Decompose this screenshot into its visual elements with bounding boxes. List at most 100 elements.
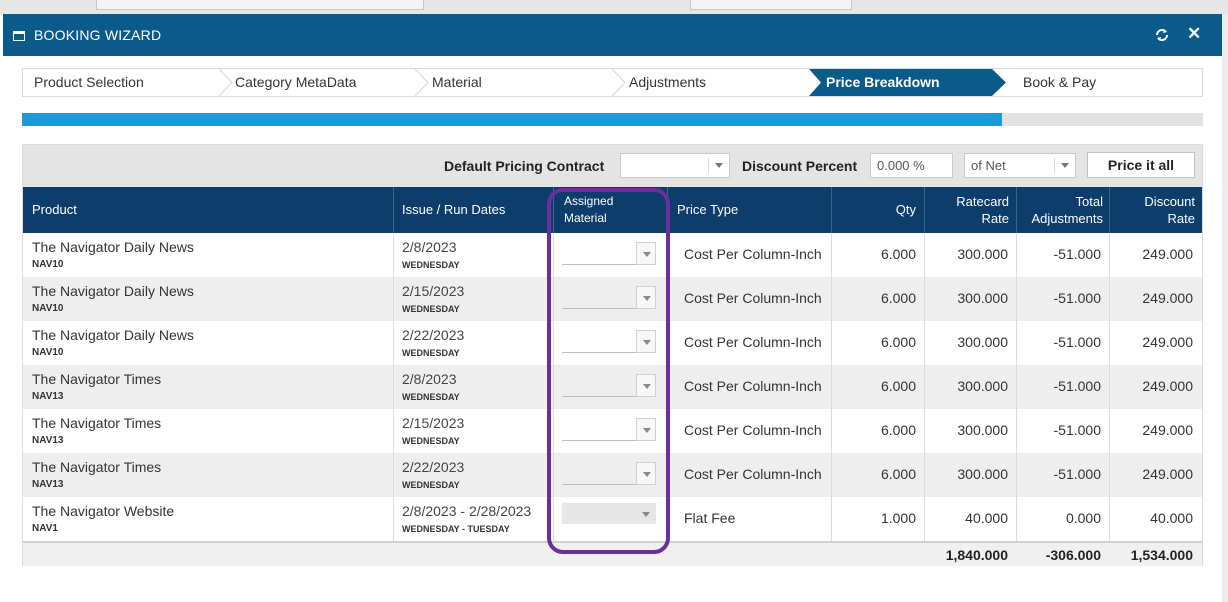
- adjust-value: -51.000: [1053, 246, 1101, 262]
- assigned-material-select[interactable]: [562, 503, 656, 524]
- chevron-down-icon: [643, 340, 651, 345]
- assigned-material-select[interactable]: [562, 242, 656, 265]
- total-adjustments-cell: -306.000: [1017, 543, 1110, 568]
- table-row[interactable]: The Navigator Times NAV13 2/15/2023 WEDNESD…: [23, 409, 1202, 453]
- mat-cell[interactable]: [554, 453, 668, 497]
- table-row[interactable]: The Navigator Daily News NAV10 2/15/2023 WE…: [23, 277, 1202, 321]
- close-icon[interactable]: ✕: [1187, 24, 1201, 44]
- column-header-product[interactable]: Product: [23, 187, 394, 233]
- dropdown-button[interactable]: [636, 374, 656, 397]
- discount-basis-select[interactable]: of Net: [964, 153, 1076, 178]
- issue-day: WEDNESDAY: [402, 260, 460, 270]
- step-product-selection[interactable]: Product Selection: [23, 69, 219, 96]
- chevron-down-icon: [715, 163, 723, 168]
- discount-value: 40.000: [1150, 510, 1193, 526]
- assigned-material-select[interactable]: [562, 330, 656, 353]
- dropdown-button[interactable]: [636, 242, 656, 265]
- mat-cell[interactable]: [554, 497, 668, 541]
- step-adjustments[interactable]: Adjustments: [629, 69, 809, 96]
- dropdown-button[interactable]: [636, 286, 656, 309]
- mat-cell[interactable]: [554, 321, 668, 365]
- dropdown-button[interactable]: [636, 503, 656, 526]
- table-row[interactable]: The Navigator Times NAV13 2/8/2023 WEDNESDA…: [23, 365, 1202, 409]
- product-code: NAV13: [32, 391, 64, 402]
- adjust-value: -51.000: [1053, 466, 1101, 482]
- discount-percent-input[interactable]: 0.000 %: [870, 153, 953, 178]
- price-it-all-button[interactable]: Price it all: [1087, 152, 1195, 178]
- column-header-price-type[interactable]: Price Type: [668, 187, 832, 233]
- date-cell: 2/8/2023 WEDNESDAY: [394, 233, 554, 277]
- step-book-and-pay[interactable]: Book & Pay: [1023, 69, 1193, 96]
- table-row[interactable]: The Navigator Daily News NAV10 2/22/2023 WE…: [23, 321, 1202, 365]
- discount-value: 249.000: [1142, 422, 1193, 438]
- mat-cell[interactable]: [554, 409, 668, 453]
- header-label: Product: [32, 202, 77, 217]
- modal-title-bar: BOOKING WIZARD ✕: [3, 14, 1222, 56]
- table-row[interactable]: The Navigator Website NAV1 2/8/2023 - 2/28…: [23, 497, 1202, 541]
- total-adjustments: -306.000: [1045, 547, 1101, 563]
- adjust-value: 0.000: [1065, 510, 1101, 526]
- issue-day: WEDNESDAY: [402, 348, 460, 358]
- ptype-cell: Cost Per Column-Inch: [668, 321, 832, 365]
- column-header-discount-rate[interactable]: Discount Rate: [1110, 187, 1202, 233]
- column-header-dates[interactable]: Issue / Run Dates: [394, 187, 554, 233]
- dropdown-button[interactable]: [636, 418, 656, 441]
- product-code: NAV10: [32, 303, 64, 314]
- step-label: Category MetaData: [235, 74, 357, 90]
- column-header-qty[interactable]: Qty: [832, 187, 925, 233]
- prod-cell: The Navigator Daily News NAV10: [23, 233, 394, 277]
- mat-cell[interactable]: [554, 233, 668, 277]
- table-header: Product Issue / Run Dates Assigned Mater…: [23, 187, 1202, 233]
- qty-cell: 6.000: [832, 365, 925, 409]
- mat-cell[interactable]: [554, 277, 668, 321]
- step-category-metadata[interactable]: Category MetaData: [235, 69, 415, 96]
- pricing-contract-select[interactable]: [620, 153, 730, 178]
- header-label: Adjustments: [1031, 211, 1103, 226]
- refresh-icon[interactable]: [1153, 26, 1171, 44]
- adjust-value: -51.000: [1053, 290, 1101, 306]
- table-row[interactable]: The Navigator Times NAV13 2/22/2023 WEDNESD…: [23, 453, 1202, 497]
- price-type: Cost Per Column-Inch: [684, 422, 822, 438]
- assigned-material-select[interactable]: [562, 418, 656, 441]
- step-material[interactable]: Material: [432, 69, 612, 96]
- qty-value: 6.000: [880, 378, 916, 394]
- table-row[interactable]: The Navigator Daily News NAV10 2/8/2023 WED…: [23, 233, 1202, 277]
- total-discount: 1,534.000: [1130, 547, 1193, 563]
- wizard-progress-bar: [22, 113, 1203, 126]
- issue-day: WEDNESDAY - TUESDAY: [402, 524, 510, 534]
- product-name: The Navigator Website: [32, 503, 175, 519]
- ratecard-cell: 300.000: [925, 321, 1017, 365]
- ptype-cell: Cost Per Column-Inch: [668, 409, 832, 453]
- price-type: Cost Per Column-Inch: [684, 290, 822, 306]
- progress-fill: [22, 113, 1003, 126]
- dropdown-button[interactable]: [636, 462, 656, 485]
- ptype-cell: Flat Fee: [668, 497, 832, 541]
- issue-date: 2/8/2023: [402, 239, 457, 255]
- modal-title: BOOKING WIZARD: [34, 27, 162, 43]
- ratecard-value: 300.000: [957, 422, 1008, 438]
- issue-date: 2/22/2023: [402, 459, 465, 475]
- column-header-assigned-material[interactable]: Assigned Material: [554, 187, 668, 233]
- ptype-cell: Cost Per Column-Inch: [668, 453, 832, 497]
- qty-cell: 6.000: [832, 277, 925, 321]
- ratecard-value: 300.000: [957, 378, 1008, 394]
- discount-cell: 40.000: [1110, 497, 1202, 541]
- header-label: Qty: [895, 202, 916, 217]
- chevron-down-icon: [643, 296, 651, 301]
- qty-value: 6.000: [880, 422, 916, 438]
- chevron-down-icon: [643, 252, 651, 257]
- assigned-material-select[interactable]: [562, 286, 656, 309]
- mat-cell[interactable]: [554, 365, 668, 409]
- column-header-total-adjustments[interactable]: Total Adjustments: [1017, 187, 1110, 233]
- step-price-breakdown[interactable]: Price Breakdown: [809, 69, 1005, 96]
- step-label: Product Selection: [34, 74, 144, 90]
- prod-cell: The Navigator Daily News NAV10: [23, 277, 394, 321]
- price-type: Cost Per Column-Inch: [684, 378, 822, 394]
- assigned-material-select[interactable]: [562, 374, 656, 397]
- step-separator: [415, 69, 429, 96]
- dropdown-button[interactable]: [636, 330, 656, 353]
- pricing-toolbar: Default Pricing Contract Discount Percen…: [23, 145, 1202, 187]
- prod-cell: The Navigator Daily News NAV10: [23, 321, 394, 365]
- assigned-material-select[interactable]: [562, 462, 656, 485]
- column-header-ratecard-rate[interactable]: Ratecard Rate: [925, 187, 1017, 233]
